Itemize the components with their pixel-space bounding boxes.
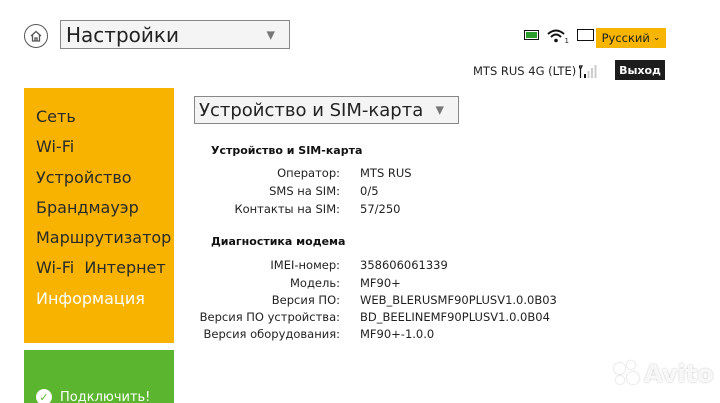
info-row: Контакты на SIM: 57/250 — [160, 200, 620, 218]
sidebar: Сеть Wi-Fi Устройство Брандмауэр Маршрут… — [24, 88, 174, 343]
connect-button[interactable]: ✓ Подключить! — [36, 389, 150, 403]
row-value: MF90+ — [360, 276, 401, 290]
sidebar-item-wifi[interactable]: Wi-Fi — [24, 132, 174, 162]
home-icon — [30, 30, 42, 42]
avito-logo-icon — [614, 361, 640, 387]
row-value: WEB_BLERUSMF90PLUSV1.0.0B03 — [360, 293, 557, 307]
network-status: MTS RUS 4G (LTE) — [473, 64, 597, 78]
row-label: Модель: — [290, 276, 340, 290]
battery-empty-icon — [577, 29, 594, 41]
chevron-down-icon: ▼ — [435, 103, 444, 117]
chevron-down-icon: ⌄ — [652, 33, 661, 43]
row-value: BD_BEELINEMF90PLUSV1.0.0B04 — [360, 310, 550, 324]
sidebar-item-wifi-internet[interactable]: Wi-Fi Интернет — [24, 253, 174, 283]
battery-icon — [524, 30, 539, 40]
row-value: 0/5 — [360, 184, 379, 198]
row-value: MF90+-1.0.0 — [360, 327, 435, 341]
connect-label: Подключить! — [60, 389, 151, 403]
network-label: MTS RUS 4G (LTE) — [473, 64, 577, 78]
sidebar-item-information[interactable]: Информация — [24, 284, 174, 314]
info-row: IMEI-номер: 358606061339 — [160, 256, 620, 274]
row-value: 57/250 — [360, 202, 401, 216]
info-row: Версия ПО устройства: BD_BEELINEMF90PLUS… — [160, 308, 620, 326]
language-select[interactable]: Русский ⌄ — [596, 28, 666, 48]
signal-icon — [579, 65, 597, 78]
connect-panel: ✓ Подключить! — [24, 350, 174, 403]
row-label: Версия оборудования: — [203, 327, 340, 341]
row-value: MTS RUS — [360, 166, 412, 180]
row-label: Версия ПО: — [271, 293, 340, 307]
wifi-icon: 1 — [547, 28, 569, 45]
info-row: Версия оборудования: MF90+-1.0.0 — [160, 325, 620, 343]
diag-group-title: Диагностика модема — [211, 235, 346, 248]
chevron-down-icon: ▼ — [266, 28, 275, 41]
home-button[interactable] — [24, 24, 48, 48]
page-select[interactable]: Настройки ▼ — [60, 20, 290, 49]
status-icons: 1 — [524, 28, 594, 45]
sidebar-item-device[interactable]: Устройство — [24, 163, 174, 193]
sidebar-item-router[interactable]: Маршрутизатор — [24, 223, 174, 253]
avito-watermark: Avito — [614, 360, 714, 388]
section-select[interactable]: Устройство и SIM-карта ▼ — [194, 96, 459, 124]
row-label: IMEI-номер: — [270, 258, 340, 272]
sidebar-item-firewall[interactable]: Брандмауэр — [24, 193, 174, 223]
check-icon: ✓ — [36, 389, 52, 403]
section-select-value: Устройство и SIM-карта — [199, 99, 424, 121]
sim-badge: 1 — [564, 37, 569, 45]
row-label: Оператор: — [277, 166, 340, 180]
row-value: 358606061339 — [360, 258, 448, 272]
avito-label: Avito — [644, 360, 714, 388]
exit-button[interactable]: Выход — [615, 60, 665, 80]
info-row: Оператор: MTS RUS — [160, 164, 620, 182]
info-row: Модель: MF90+ — [160, 274, 620, 292]
row-label: SMS на SIM: — [269, 184, 340, 198]
info-row: Версия ПО: WEB_BLERUSMF90PLUSV1.0.0B03 — [160, 291, 620, 309]
page-select-value: Настройки — [66, 22, 179, 47]
sidebar-item-network[interactable]: Сеть — [24, 102, 174, 132]
row-label: Версия ПО устройства: — [199, 310, 340, 324]
sim-group-title: Устройство и SIM-карта — [211, 144, 363, 157]
row-label: Контакты на SIM: — [234, 202, 340, 216]
info-row: SMS на SIM: 0/5 — [160, 182, 620, 200]
language-label: Русский — [601, 31, 650, 45]
